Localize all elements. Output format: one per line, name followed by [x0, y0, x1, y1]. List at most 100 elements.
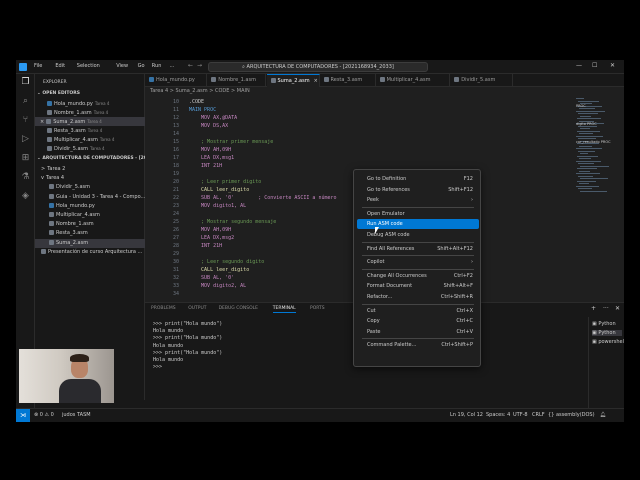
tree-item[interactable]: Dividir_5.asm [35, 183, 145, 192]
context-item-command-palette[interactable]: Command Palette... Ctrl+Shift+P [357, 340, 479, 350]
context-item-refactor[interactable]: Refactor... Ctrl+Shift+R [357, 292, 479, 302]
context-item-go-to-references[interactable]: Go to References Shift+F12 [357, 185, 479, 195]
close-editor-icon[interactable]: × [40, 119, 44, 125]
source-control-icon[interactable]: ⑂ [20, 115, 31, 126]
line-number: 16 [172, 147, 179, 153]
maximize-button[interactable]: ☐ [592, 62, 597, 69]
extension-status[interactable]: judos TASM [62, 409, 91, 422]
tree-item[interactable]: > Tarea 2 [35, 165, 145, 174]
line-number: 33 [172, 283, 179, 289]
back-arrow-icon[interactable]: ← [188, 62, 193, 69]
menu-item[interactable]: View [116, 63, 128, 69]
forward-arrow-icon[interactable]: → [197, 62, 202, 69]
menu-item[interactable]: File [34, 63, 42, 69]
remote-indicator-icon[interactable]: ⋊ [16, 409, 30, 422]
context-item-cut[interactable]: Cut Ctrl+X [357, 306, 479, 316]
close-window-button[interactable]: ✕ [610, 62, 615, 69]
panel-tab-ports[interactable]: PORTS [310, 306, 325, 311]
extensions-icon[interactable]: ⊞ [20, 153, 31, 164]
tree-item[interactable]: Suma_2.asm [35, 238, 145, 248]
encoding[interactable]: UTF-8 [513, 409, 528, 422]
file-icon [323, 77, 329, 82]
menu-separator [362, 206, 474, 208]
context-item-copy[interactable]: Copy Ctrl+C [357, 316, 479, 326]
file-icon [211, 77, 217, 82]
panel-tab-output[interactable]: OUTPUT [188, 306, 206, 311]
close-panel-icon[interactable]: ✕ [615, 305, 620, 312]
open-editor-item[interactable]: Hola_mundo.py Tarea 4 [35, 99, 145, 108]
context-item-peek[interactable]: Peek › [357, 195, 479, 205]
context-item-shortcut: Ctrl+Shift+P [441, 342, 473, 349]
context-item-go-to-definition[interactable]: Go to Definition F12 [357, 174, 479, 184]
minimize-button[interactable]: — [576, 62, 582, 69]
open-editor-name: Suma_2.asm [53, 119, 86, 125]
open-editors-label: OPEN EDITORS [42, 91, 80, 96]
open-editor-item[interactable]: Dividir_5.asm Tarea 4 [35, 144, 145, 153]
open-editor-item[interactable]: Resta_3.asm Tarea 4 [35, 126, 145, 135]
breadcrumb[interactable]: Tarea 4 > Suma_2.asm > CODE > MAIN [150, 88, 250, 94]
context-item-format-document[interactable]: Format Document Shift+Alt+F [357, 281, 479, 291]
context-item-open-emulator[interactable]: Open Emulator [357, 209, 479, 219]
run-debug-icon[interactable]: ▷ [20, 134, 31, 145]
cursor-position[interactable]: Ln 19, Col 12 [450, 409, 483, 422]
panel-tab-terminal[interactable]: TERMINAL [272, 306, 296, 313]
terminal-line: >>> print("Hola mundo") [153, 349, 223, 356]
notifications-bell-icon[interactable]: 🔔︎ [600, 409, 606, 422]
file-icon [49, 230, 54, 236]
open-editors-header[interactable]: ⌄ OPEN EDITORS [37, 91, 80, 96]
minimap[interactable]: PROC digito PROC car_resultado PROC [576, 98, 616, 198]
tab-nombre-1-asm[interactable]: Nombre_1.asm [207, 74, 267, 87]
terminal-instance[interactable]: ▣ Python [592, 321, 616, 327]
terminal-instance[interactable]: ▣ powershell [592, 339, 624, 345]
menu-item[interactable]: Go [138, 63, 145, 69]
menu-item[interactable]: Selection [77, 63, 100, 69]
testing-icon[interactable]: ⚗ [20, 172, 31, 183]
tree-item[interactable]: Nombre_1.asm [35, 220, 145, 229]
tree-item[interactable]: Multiplicar_4.asm [35, 211, 145, 220]
open-editor-item[interactable]: Multiplicar_4.asm Tarea 4 [35, 135, 145, 144]
file-icon [49, 212, 54, 217]
tab-hola-mundo-py[interactable]: Hola_mundo.py [145, 74, 208, 87]
panel-tab-debug-console[interactable]: DEBUG CONSOLE [219, 306, 258, 311]
minimap-line [578, 188, 592, 189]
problems-count[interactable]: ⊗ 0 ⚠ 0 [34, 409, 54, 422]
folder-header[interactable]: ⌄ ARQUITECTURA DE COMPUTADORES - [20... [37, 156, 152, 161]
close-tab-icon[interactable]: × [314, 78, 318, 84]
tree-item[interactable]: v Tarea 4 [35, 174, 145, 183]
end-of-line[interactable]: CRLF [532, 409, 545, 422]
indentation[interactable]: Spaces: 4 [486, 409, 510, 422]
search-icon[interactable]: ⌕ [20, 96, 31, 107]
tree-item[interactable]: Guia - Unidad 3 - Tarea 4 - Compo... [35, 193, 145, 202]
menu-item[interactable]: ... [170, 63, 175, 69]
tree-item[interactable]: Resta_3.asm [35, 229, 145, 238]
more-actions-icon[interactable]: ··· [603, 305, 609, 312]
menu-item[interactable]: Edit [55, 63, 65, 69]
tab-suma-2-asm[interactable]: Suma_2.asm × [266, 74, 320, 87]
context-item-find-all-references[interactable]: Find All References Shift+Alt+F12 [357, 244, 479, 254]
tab-label: Dividir_5.asm [461, 77, 496, 83]
panel-tab-problems[interactable]: PROBLEMS [151, 306, 176, 311]
explorer-icon[interactable]: ❐ [20, 77, 31, 88]
context-item-label: Refactor... [367, 294, 393, 300]
python-icon[interactable]: ◈ [20, 191, 31, 202]
minimap-line [576, 185, 599, 187]
tab-resta-3-asm[interactable]: Resta_3.asm [320, 74, 376, 87]
new-terminal-icon[interactable]: + [591, 305, 596, 312]
open-editor-item[interactable]: Nombre_1.asm Tarea 4 [35, 108, 145, 117]
terminal-instance[interactable]: ▣ Python [592, 330, 622, 336]
minimap-line [580, 153, 588, 154]
tree-item[interactable]: Hola_mundo.py [35, 202, 145, 211]
language-mode[interactable]: {} assembly(DOS) [548, 409, 595, 422]
tree-item[interactable]: Presentación de curso Arquitectura ... [35, 248, 145, 257]
context-item-change-all-occurrences[interactable]: Change All Occurrences Ctrl+F2 [357, 271, 479, 281]
open-editor-item[interactable]: × Suma_2.asm Tarea 4 [35, 117, 145, 126]
minimap-label: PROC [576, 104, 586, 108]
menu-item[interactable]: Run [152, 63, 162, 69]
tab-multiplicar-4-asm[interactable]: Multiplicar_4.asm [376, 74, 451, 87]
context-item-paste[interactable]: Paste Ctrl+V [357, 327, 479, 337]
line-number: 27 [172, 235, 179, 241]
context-item-copilot[interactable]: Copilot › [357, 257, 479, 267]
webcam-overlay [19, 349, 114, 403]
command-center-search[interactable]: ⌕ ARQUITECTURA DE COMPUTADORES - [202116… [208, 62, 428, 72]
tab-dividir-5-asm[interactable]: Dividir_5.asm [450, 74, 513, 87]
